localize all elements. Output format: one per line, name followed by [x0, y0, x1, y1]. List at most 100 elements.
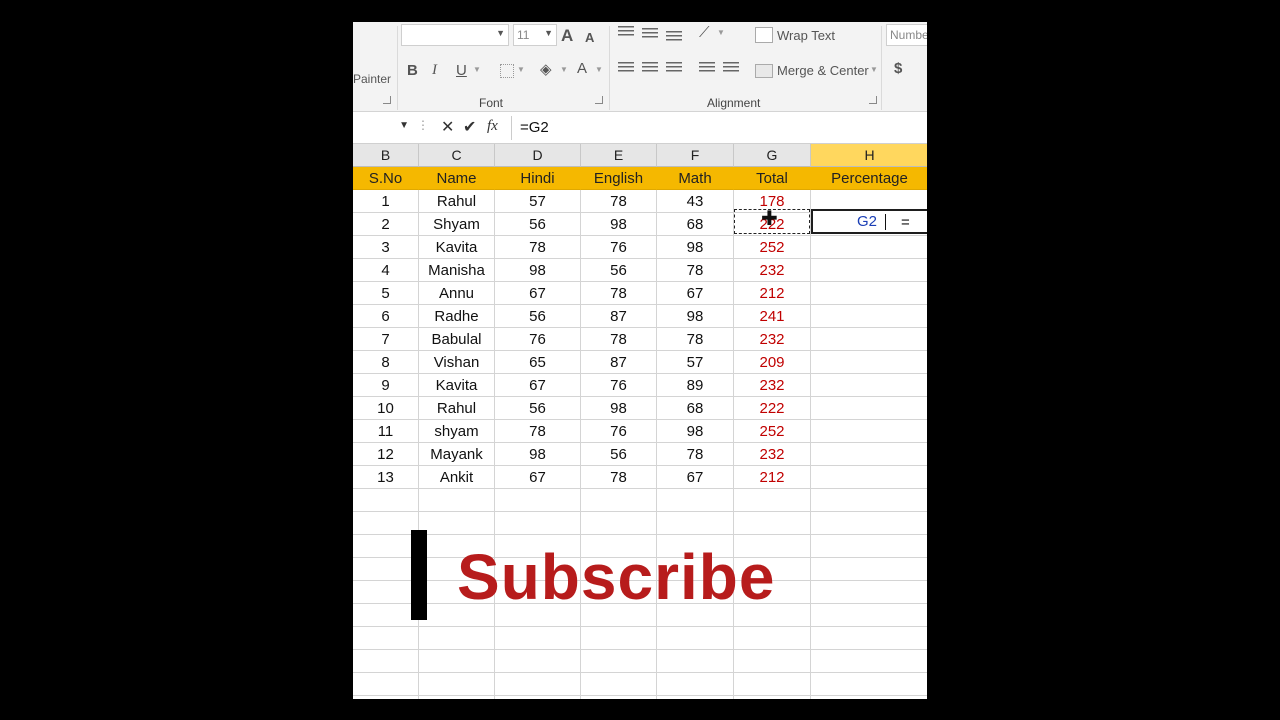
- header-cell[interactable]: English: [581, 167, 657, 190]
- empty-cell[interactable]: [353, 512, 419, 535]
- empty-cell[interactable]: [581, 650, 657, 673]
- table-cell[interactable]: 98: [581, 213, 657, 236]
- merge-center-button[interactable]: Merge & Center: [777, 63, 869, 78]
- chevron-down-icon[interactable]: ▼: [717, 28, 725, 37]
- table-cell[interactable]: 78: [657, 443, 734, 466]
- chevron-down-icon[interactable]: ▼: [560, 65, 568, 74]
- empty-cell[interactable]: [419, 696, 495, 699]
- column-header-h[interactable]: H: [811, 144, 927, 167]
- align-left-icon[interactable]: [618, 62, 634, 74]
- empty-cell[interactable]: [495, 696, 581, 699]
- table-cell[interactable]: 11: [353, 420, 419, 443]
- empty-cell[interactable]: [657, 696, 734, 699]
- table-cell[interactable]: 57: [657, 351, 734, 374]
- empty-cell[interactable]: [353, 535, 419, 558]
- merge-center-icon[interactable]: [755, 64, 773, 78]
- font-size-box[interactable]: 11 ▼: [513, 24, 557, 46]
- bold-button[interactable]: B: [407, 62, 418, 79]
- name-box[interactable]: ▼: [353, 116, 411, 140]
- empty-cell[interactable]: [811, 489, 927, 512]
- table-cell[interactable]: 12: [353, 443, 419, 466]
- empty-cell[interactable]: [811, 558, 927, 581]
- header-cell[interactable]: S.No: [353, 167, 419, 190]
- table-cell[interactable]: [811, 305, 927, 328]
- empty-cell[interactable]: [419, 627, 495, 650]
- header-cell[interactable]: Percentage: [811, 167, 927, 190]
- table-cell[interactable]: 67: [657, 282, 734, 305]
- table-cell[interactable]: 4: [353, 259, 419, 282]
- empty-cell[interactable]: [811, 650, 927, 673]
- empty-cell[interactable]: [657, 627, 734, 650]
- empty-cell[interactable]: [811, 512, 927, 535]
- font-color-icon[interactable]: A: [577, 60, 587, 77]
- header-cell[interactable]: Total: [734, 167, 811, 190]
- table-cell[interactable]: [811, 443, 927, 466]
- table-cell[interactable]: 78: [495, 236, 581, 259]
- table-cell[interactable]: 3: [353, 236, 419, 259]
- decrease-font-size-icon[interactable]: A: [585, 30, 594, 45]
- table-cell[interactable]: [811, 328, 927, 351]
- table-cell[interactable]: 56: [495, 397, 581, 420]
- font-launcher-icon[interactable]: [595, 96, 603, 104]
- table-cell[interactable]: 56: [495, 305, 581, 328]
- empty-cell[interactable]: [657, 650, 734, 673]
- chevron-down-icon[interactable]: ▼: [870, 65, 878, 74]
- empty-cell[interactable]: [353, 673, 419, 696]
- table-cell[interactable]: 7: [353, 328, 419, 351]
- table-cell[interactable]: 98: [495, 443, 581, 466]
- empty-cell[interactable]: [419, 650, 495, 673]
- table-cell[interactable]: 67: [495, 374, 581, 397]
- empty-cell[interactable]: [353, 696, 419, 699]
- table-cell[interactable]: 2: [353, 213, 419, 236]
- table-cell[interactable]: Kavita: [419, 236, 495, 259]
- table-cell[interactable]: 98: [657, 236, 734, 259]
- table-cell[interactable]: 68: [657, 397, 734, 420]
- table-cell[interactable]: Rahul: [419, 397, 495, 420]
- table-cell[interactable]: 89: [657, 374, 734, 397]
- table-cell[interactable]: 78: [657, 259, 734, 282]
- table-cell[interactable]: 78: [495, 420, 581, 443]
- table-cell[interactable]: 67: [495, 282, 581, 305]
- table-cell[interactable]: [811, 397, 927, 420]
- empty-cell[interactable]: [657, 673, 734, 696]
- empty-cell[interactable]: [734, 696, 811, 699]
- total-cell[interactable]: 212: [734, 282, 811, 305]
- table-cell[interactable]: Radhe: [419, 305, 495, 328]
- table-cell[interactable]: 8: [353, 351, 419, 374]
- enter-icon[interactable]: ✔: [463, 117, 476, 137]
- orientation-icon[interactable]: ⟋: [699, 24, 710, 41]
- total-cell[interactable]: 212: [734, 466, 811, 489]
- total-cell[interactable]: 252: [734, 236, 811, 259]
- empty-cell[interactable]: [734, 627, 811, 650]
- empty-cell[interactable]: [353, 627, 419, 650]
- empty-cell[interactable]: [495, 489, 581, 512]
- table-cell[interactable]: 78: [581, 190, 657, 213]
- total-cell[interactable]: 232: [734, 328, 811, 351]
- table-cell[interactable]: [811, 282, 927, 305]
- align-middle-icon[interactable]: [642, 28, 658, 40]
- header-cell[interactable]: Hindi: [495, 167, 581, 190]
- number-format-box[interactable]: Number: [886, 24, 927, 46]
- table-cell[interactable]: 98: [657, 305, 734, 328]
- total-cell[interactable]: 252: [734, 420, 811, 443]
- empty-cell[interactable]: [353, 489, 419, 512]
- table-cell[interactable]: [811, 466, 927, 489]
- table-cell[interactable]: Manisha: [419, 259, 495, 282]
- table-cell[interactable]: 68: [657, 213, 734, 236]
- table-cell[interactable]: 5: [353, 282, 419, 305]
- total-cell[interactable]: 232: [734, 443, 811, 466]
- total-cell[interactable]: 232: [734, 374, 811, 397]
- table-cell[interactable]: 67: [495, 466, 581, 489]
- table-cell[interactable]: [811, 374, 927, 397]
- empty-cell[interactable]: [581, 489, 657, 512]
- cancel-icon[interactable]: ✕: [441, 117, 454, 137]
- table-cell[interactable]: Babulal: [419, 328, 495, 351]
- table-cell[interactable]: 87: [581, 351, 657, 374]
- empty-cell[interactable]: [811, 535, 927, 558]
- chevron-down-icon[interactable]: ▼: [517, 65, 525, 74]
- align-right-icon[interactable]: [666, 62, 682, 74]
- table-cell[interactable]: 67: [657, 466, 734, 489]
- empty-cell[interactable]: [419, 673, 495, 696]
- table-cell[interactable]: [811, 259, 927, 282]
- table-cell[interactable]: 56: [495, 213, 581, 236]
